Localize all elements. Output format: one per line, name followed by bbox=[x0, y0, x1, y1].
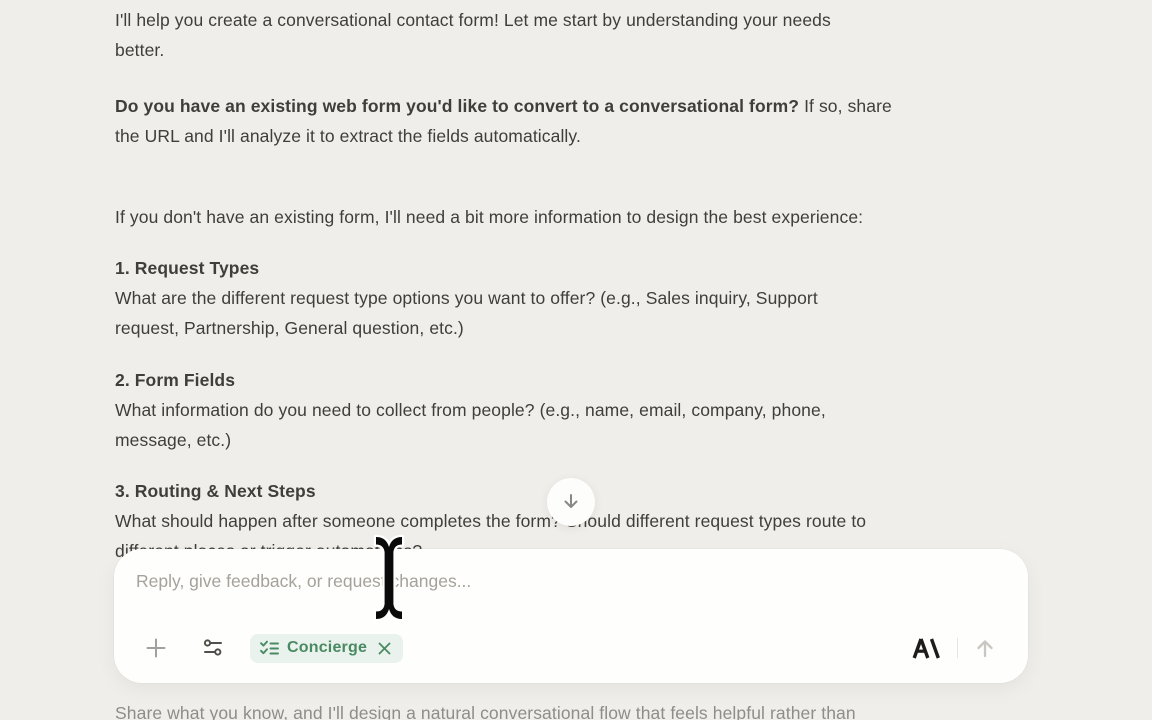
message-line: What information do you need to collect … bbox=[115, 395, 1045, 425]
message-line: message, etc.) bbox=[115, 425, 1045, 455]
message-line: What are the different request type opti… bbox=[115, 283, 1045, 313]
section-form-fields: 2. Form Fields What information do you n… bbox=[115, 365, 1045, 455]
down-arrow-icon bbox=[559, 490, 583, 514]
assistant-paragraph-info: If you don't have an existing form, I'll… bbox=[115, 202, 1045, 232]
send-message-button[interactable] bbox=[972, 635, 998, 661]
assistant-paragraph-question: Do you have an existing web form you'd l… bbox=[115, 91, 1045, 151]
anthropic-ai-logo-icon bbox=[911, 636, 941, 661]
chat-page: { "theme": { "background": "#f0eeea", "t… bbox=[0, 0, 1152, 720]
section-heading: 1. Request Types bbox=[115, 253, 1045, 283]
reply-input[interactable] bbox=[136, 563, 1006, 599]
plus-icon bbox=[144, 636, 168, 660]
skill-tag-label: Concierge bbox=[287, 639, 367, 657]
assistant-paragraph-below-composer: Share what you know, and I'll design a n… bbox=[115, 698, 1045, 720]
message-line: If you don't have an existing form, I'll… bbox=[115, 202, 1045, 232]
message-line: Share what you know, and I'll design a n… bbox=[115, 698, 1045, 720]
composer-toolbar: Concierge bbox=[136, 633, 1006, 663]
tools-settings-button[interactable] bbox=[201, 636, 225, 660]
message-line: request, Partnership, General question, … bbox=[115, 313, 1045, 343]
message-line: better. bbox=[115, 35, 1045, 65]
remove-skill-button[interactable] bbox=[376, 640, 393, 657]
bold-question-text: Do you have an existing web form you'd l… bbox=[115, 96, 799, 116]
section-request-types: 1. Request Types What are the different … bbox=[115, 253, 1045, 343]
message-line: I'll help you create a conversational co… bbox=[115, 5, 1045, 35]
message-line: the URL and I'll analyze it to extract t… bbox=[115, 121, 1045, 151]
sliders-icon bbox=[201, 636, 225, 660]
assistant-paragraph-intro: I'll help you create a conversational co… bbox=[115, 5, 1045, 65]
composer-right-controls bbox=[911, 635, 1006, 661]
scroll-to-bottom-button[interactable] bbox=[547, 478, 595, 526]
close-x-icon bbox=[376, 640, 393, 657]
composer-panel: Concierge bbox=[114, 549, 1028, 683]
add-attachment-button[interactable] bbox=[144, 636, 168, 660]
message-line-rest: If so, share bbox=[799, 96, 892, 116]
toolbar-divider bbox=[957, 638, 958, 658]
section-heading: 2. Form Fields bbox=[115, 365, 1045, 395]
checklist-icon bbox=[259, 638, 280, 659]
message-line: Do you have an existing web form you'd l… bbox=[115, 91, 1045, 121]
skill-tag-concierge[interactable]: Concierge bbox=[250, 634, 403, 663]
up-arrow-icon bbox=[972, 635, 998, 661]
